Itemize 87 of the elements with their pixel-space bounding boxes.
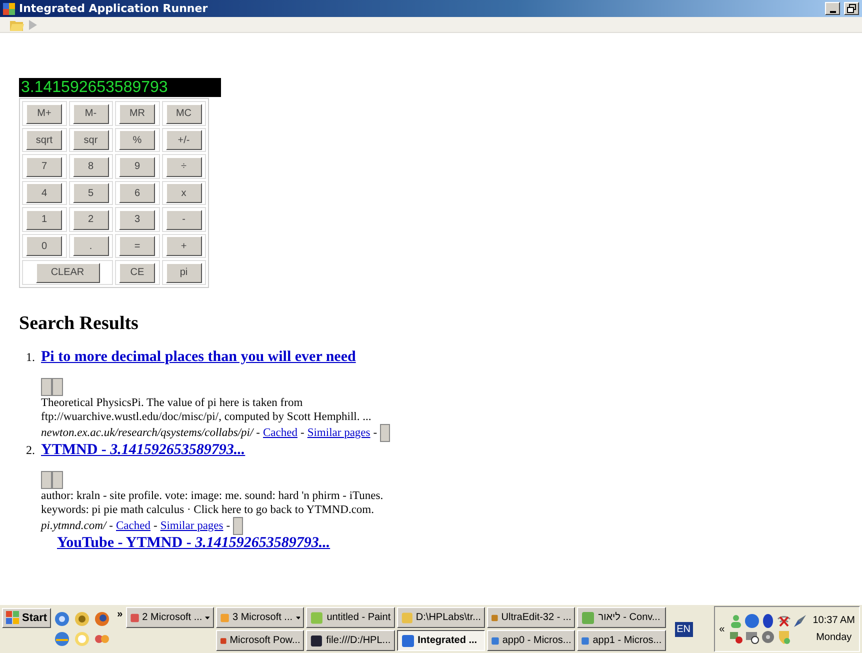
calculator-key[interactable]: 1 bbox=[26, 210, 62, 230]
separator-dash: - bbox=[153, 518, 158, 532]
result-snippet: Theoretical PhysicsPi. The value of pi here is taken from ftp://wuarchive.wustl.edu/doc/misc/pi/, computed by Scott Hemphill. ... bbox=[41, 396, 372, 424]
clock-time: 10:37 AM bbox=[812, 615, 855, 626]
image-placeholder-icon bbox=[233, 516, 244, 534]
separator-dash: - bbox=[109, 518, 113, 532]
calculator-key[interactable]: 6 bbox=[119, 183, 156, 203]
wireless-icon[interactable] bbox=[776, 614, 791, 628]
tray-expand-chevron[interactable]: « bbox=[719, 624, 725, 634]
result-link[interactable]: Similar pages bbox=[160, 518, 224, 532]
calculator-key[interactable]: M- bbox=[72, 104, 109, 124]
calculator-key[interactable]: 4 bbox=[26, 183, 62, 203]
taskbar-button[interactable]: Microsoft Pow... bbox=[216, 630, 304, 651]
result-title-link[interactable]: YTMND - 3.141592653589793... bbox=[41, 442, 246, 458]
result-number: 1. bbox=[25, 350, 35, 364]
language-indicator[interactable]: EN bbox=[674, 622, 693, 636]
calculator-key[interactable]: M+ bbox=[26, 104, 62, 124]
taskbar-button[interactable]: 2 Microsoft ... bbox=[126, 607, 214, 628]
result-link[interactable]: Similar pages bbox=[307, 426, 370, 440]
calculator-key[interactable]: MR bbox=[119, 104, 156, 124]
result-url: newton.ex.ac.uk/research/qsystems/collabs/pi/ bbox=[41, 426, 254, 440]
calculator-key[interactable]: 7 bbox=[26, 156, 62, 176]
calculator-key[interactable]: pi bbox=[166, 262, 202, 282]
window-title: Integrated Application Runner bbox=[19, 2, 208, 15]
app-icon bbox=[581, 610, 596, 624]
taskbar-button[interactable]: untitled - Paint bbox=[306, 607, 395, 628]
app-icon bbox=[310, 610, 324, 624]
disc-icon[interactable] bbox=[760, 630, 775, 644]
result-link[interactable]: Cached bbox=[263, 426, 298, 440]
calculator-key[interactable]: CE bbox=[119, 262, 156, 282]
app-icon bbox=[400, 610, 413, 624]
computer-icon[interactable] bbox=[744, 630, 759, 644]
calculator-key[interactable]: = bbox=[119, 236, 156, 256]
calculator-key[interactable]: sqr bbox=[72, 130, 109, 150]
taskbar-button[interactable]: D:\HPLabs\tr... bbox=[396, 607, 485, 628]
calculator-key[interactable]: 5 bbox=[72, 183, 109, 203]
calculator-key[interactable]: 0 bbox=[26, 236, 62, 256]
app-icon bbox=[3, 2, 15, 14]
result-url: pi.ytmnd.com/ bbox=[41, 518, 106, 532]
calculator-key[interactable]: +/- bbox=[166, 130, 202, 150]
clock-day: Monday bbox=[816, 632, 852, 643]
network-icon[interactable] bbox=[728, 630, 743, 644]
caret-icon bbox=[205, 616, 210, 620]
taskbar-button[interactable]: Integrated ... bbox=[396, 630, 485, 651]
taskbar-button[interactable]: file:///D:/HPL... bbox=[306, 630, 395, 651]
more-chevron[interactable]: » bbox=[117, 609, 123, 620]
calculator-key[interactable]: ÷ bbox=[166, 156, 202, 176]
separator-dash: - bbox=[256, 426, 260, 440]
image-placeholder-icon bbox=[41, 470, 63, 488]
taskbar-button[interactable]: app1 - Micros... bbox=[577, 630, 666, 651]
separator-dash: - bbox=[226, 518, 230, 532]
caret-icon bbox=[296, 616, 300, 620]
taskbar-button[interactable]: app0 - Micros... bbox=[486, 630, 576, 651]
calculator-display: 3.141592653589793 bbox=[19, 78, 221, 97]
calculator-key[interactable]: sqrt bbox=[26, 130, 62, 150]
separator-dash: - bbox=[373, 426, 378, 440]
taskbar-button[interactable]: 3 Microsoft ... bbox=[216, 607, 304, 628]
start-button[interactable]: Start bbox=[2, 608, 52, 628]
result-link[interactable]: Cached bbox=[116, 518, 150, 532]
calculator-key[interactable]: % bbox=[119, 130, 156, 150]
calculator-key[interactable]: 8 bbox=[72, 156, 109, 176]
result-number: 2. bbox=[25, 442, 35, 458]
minimize-button[interactable] bbox=[825, 2, 840, 15]
calculator-key[interactable]: MC bbox=[166, 104, 202, 124]
taskbar-button[interactable]: ליאור - Conv... bbox=[577, 607, 666, 628]
app-icon bbox=[310, 634, 324, 648]
restore-button[interactable] bbox=[844, 2, 859, 15]
calculator-key[interactable]: 9 bbox=[119, 156, 156, 176]
calculator-key[interactable]: + bbox=[166, 236, 202, 256]
result-snippet: author: kraln - site profile. vote: image: me. sound: hard 'n phirm - iTunes. keywords: pi pie math calculus · Click here to go back to YTMND.com. bbox=[41, 488, 384, 516]
result-title-link[interactable]: Pi to more decimal places than you will ever need bbox=[41, 348, 356, 366]
calculator-key[interactable]: CLEAR bbox=[36, 262, 100, 282]
restore-icon bbox=[847, 4, 856, 13]
windows-logo-icon bbox=[6, 611, 20, 625]
calculator-key[interactable]: 3 bbox=[119, 210, 156, 230]
separator-dash: - bbox=[300, 426, 304, 440]
calculator-key[interactable]: 2 bbox=[72, 210, 109, 230]
minimize-icon bbox=[830, 10, 836, 12]
image-placeholder-icon bbox=[380, 424, 390, 442]
taskbar-button[interactable]: UltraEdit-32 - ... bbox=[486, 607, 576, 628]
result-title-link[interactable]: YouTube - YTMND - 3.141592653589793... bbox=[57, 534, 330, 552]
app-icon bbox=[400, 634, 415, 648]
calculator-key[interactable]: x bbox=[166, 183, 202, 203]
calculator-key[interactable]: . bbox=[72, 236, 109, 256]
image-placeholder-icon bbox=[41, 378, 63, 396]
calculator-key[interactable]: - bbox=[166, 210, 202, 230]
results-heading: Search Results bbox=[19, 312, 140, 334]
